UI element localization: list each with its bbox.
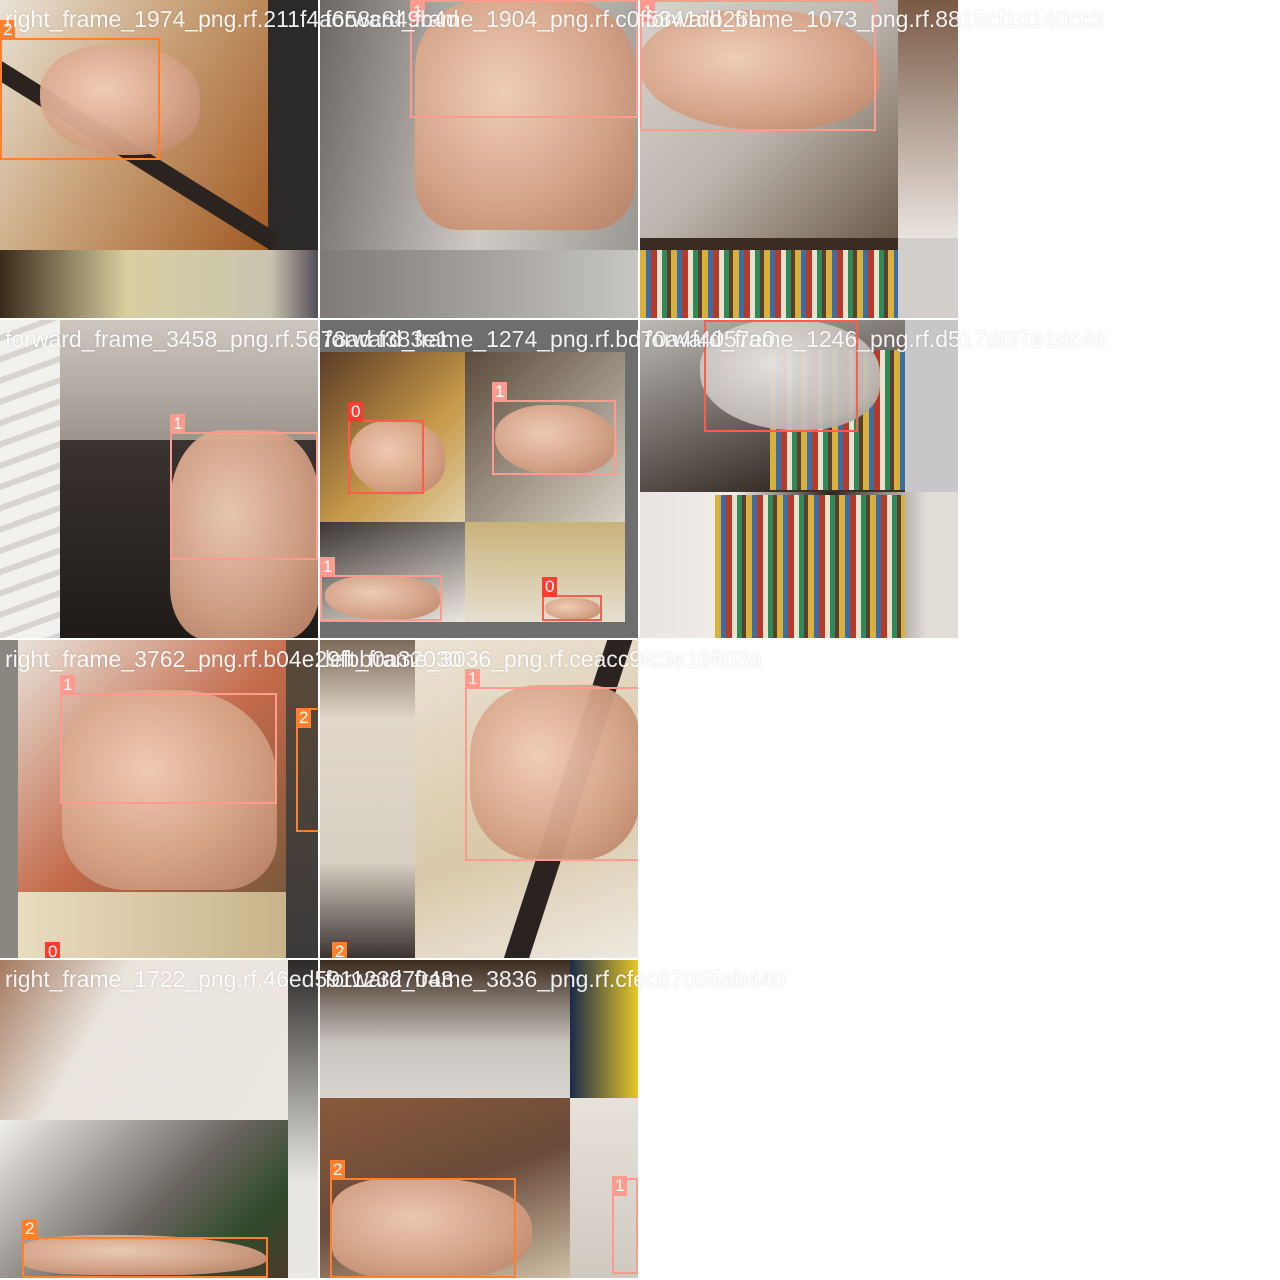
photo-background xyxy=(320,640,415,958)
photo-background xyxy=(320,250,638,318)
box-label: 1 xyxy=(60,675,76,695)
image-tile: 0 xyxy=(640,320,958,638)
box-label: 0 xyxy=(348,402,364,422)
bounding-box: 2 xyxy=(22,1219,268,1278)
bounding-box: 1 xyxy=(492,382,616,475)
image-tile: 2 xyxy=(0,960,318,1278)
box-label: 1 xyxy=(492,382,508,402)
bounding-box: 1 xyxy=(170,414,318,560)
box-label: 2 xyxy=(330,1160,346,1180)
image-tile: 1 xyxy=(320,0,638,318)
bounding-box: 1 xyxy=(320,557,442,621)
image-filename: left_frame_3036_png.rf.ceacc9fc3e16ff03a xyxy=(325,646,762,672)
box-label: 1 xyxy=(320,557,336,577)
bounding-box: 2 xyxy=(0,20,160,160)
bounding-box: 2 xyxy=(330,1160,516,1278)
image-tile: 2 xyxy=(0,0,318,318)
box-label: 2 xyxy=(332,942,348,958)
box-label: 1 xyxy=(170,414,186,434)
box-label: 0 xyxy=(45,942,61,958)
image-filename: forward_frame_3836_png.rf.cfec67055ab440 xyxy=(325,966,786,992)
image-filename: forward_frame_1246_png.rf.d517df37e1dc46 xyxy=(645,326,1107,352)
bounding-box: 1 xyxy=(465,669,638,861)
photo-background xyxy=(0,320,60,638)
bounding-box: 1 xyxy=(60,675,277,804)
image-tile: 1 xyxy=(640,0,958,318)
box-label: 2 xyxy=(296,708,312,728)
box-label: 0 xyxy=(542,577,558,597)
image-tile: 1 xyxy=(0,320,318,638)
bounding-box: 1 xyxy=(612,1176,638,1274)
image-tile: 1 2 xyxy=(320,640,638,958)
box-label: 1 xyxy=(612,1176,628,1196)
mosaic-grid: 2 1 1 1 0 1 1 0 1 2 0 1 2 2 2 1 right_fr… xyxy=(0,0,1280,1280)
image-filename: forward_frame_1073_png.rf.8815cf1d140cc3 xyxy=(645,6,1105,32)
photo-background xyxy=(898,238,958,318)
image-tile: 0 1 1 0 xyxy=(320,320,638,638)
box-label: 2 xyxy=(22,1219,38,1239)
photo-background xyxy=(898,0,958,238)
photo-background xyxy=(0,250,318,318)
image-tile: 1 2 0 xyxy=(0,640,318,958)
bounding-box: 2 xyxy=(296,708,318,832)
photo-background xyxy=(268,0,318,250)
image-tile: 2 1 xyxy=(320,960,638,1278)
bounding-box: 0 xyxy=(542,577,602,621)
bookshelf xyxy=(640,250,898,318)
bookshelf xyxy=(715,495,905,638)
photo-background xyxy=(288,960,318,1278)
bounding-box: 0 xyxy=(348,402,424,494)
